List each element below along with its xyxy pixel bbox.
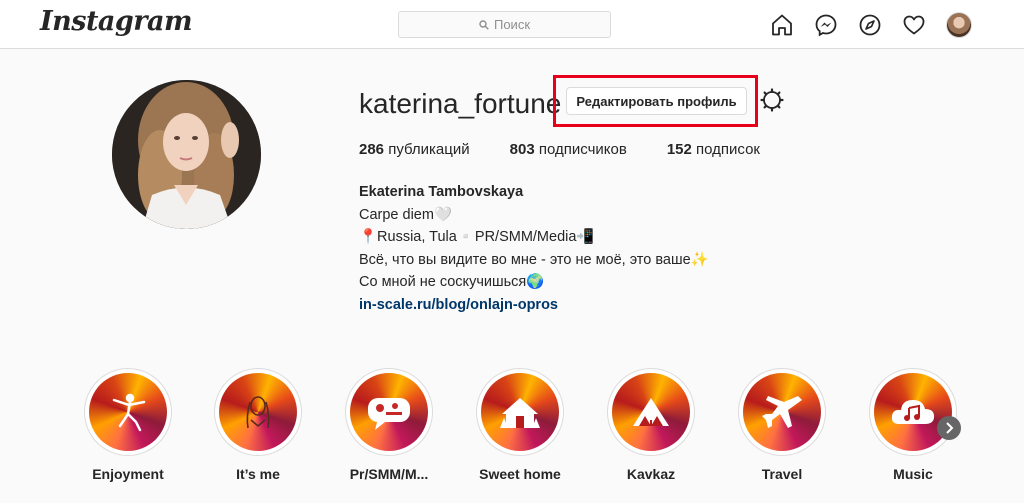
bio-line: 📍Russia, Tula▫️PR/SMM/Media📲 [359, 229, 595, 245]
bio-line: Carpe diem🤍 [359, 206, 453, 223]
explore-icon[interactable] [858, 13, 882, 37]
highlight-label: Pr/SMM/M... [349, 466, 429, 482]
highlight-label: It’s me [236, 466, 280, 482]
heart-icon[interactable] [902, 13, 926, 37]
posts-count: 286 [359, 141, 385, 158]
followers-stat[interactable]: 803 подписчиков [510, 141, 627, 158]
chevron-right-icon [946, 422, 954, 434]
followers-label: подписчиков [538, 141, 627, 158]
house-icon [500, 398, 540, 428]
profile-stats: 286 публикаций 803 подписчиков 152 подпи… [359, 141, 800, 158]
bio-website-link[interactable]: in-scale.ru/blog/onlajn-opros [359, 294, 709, 317]
highlight-item[interactable]: Kavkaz [607, 368, 695, 482]
posts-label: публикаций [388, 141, 470, 158]
highlight-item[interactable]: Pr/SMM/M... [345, 368, 433, 482]
bio-line: Всё, что вы видите во мне - это не моё, … [359, 251, 709, 268]
search-input[interactable]: Поиск [398, 11, 611, 38]
search-placeholder: Поиск [493, 17, 531, 32]
music-cloud-icon [891, 400, 935, 424]
settings-gear-icon[interactable] [760, 88, 784, 117]
search-icon [479, 19, 489, 30]
edit-profile-button[interactable]: Редактировать профиль [566, 87, 747, 115]
following-stat[interactable]: 152 подписок [667, 141, 760, 158]
profile-username: katerina_fortune [359, 88, 562, 119]
messenger-icon[interactable] [814, 13, 838, 37]
highlight-label: Enjoyment [92, 466, 164, 482]
airplane-icon [762, 396, 802, 428]
highlight-item[interactable]: Enjoyment [84, 368, 172, 482]
highlights-next-button[interactable] [937, 416, 961, 440]
highlight-label: Sweet home [479, 466, 561, 482]
bio-line: Со мной не соскучишься🌍 [359, 274, 545, 290]
followers-count: 803 [509, 141, 535, 158]
mountain-icon [633, 398, 669, 426]
highlight-item[interactable]: Sweet home [476, 368, 564, 482]
profile-photo[interactable] [112, 80, 261, 229]
highlight-label: Music [893, 466, 933, 482]
portrait-sketch-icon [246, 396, 270, 429]
highlight-label: Kavkaz [626, 466, 676, 482]
profile-bio: Ekaterina Tambovskaya Carpe diem🤍 📍Russi… [359, 181, 709, 316]
profile-avatar-icon[interactable] [946, 12, 972, 38]
following-label: подписок [696, 141, 760, 158]
profile-full-name: Ekaterina Tambovskaya [359, 184, 524, 200]
posts-stat: 286 публикаций [359, 141, 470, 158]
following-count: 152 [666, 141, 692, 158]
nav-icons [770, 12, 972, 38]
instagram-logo[interactable]: Instagram [40, 6, 193, 37]
top-navigation-bar: Instagram Поиск [0, 0, 1024, 49]
dancer-icon [112, 393, 146, 432]
highlight-item[interactable]: It’s me [214, 368, 302, 482]
highlight-label: Travel [761, 466, 803, 482]
home-icon[interactable] [770, 13, 794, 37]
highlight-item[interactable]: Travel [738, 368, 826, 482]
chat-bubble-icon [368, 398, 410, 430]
